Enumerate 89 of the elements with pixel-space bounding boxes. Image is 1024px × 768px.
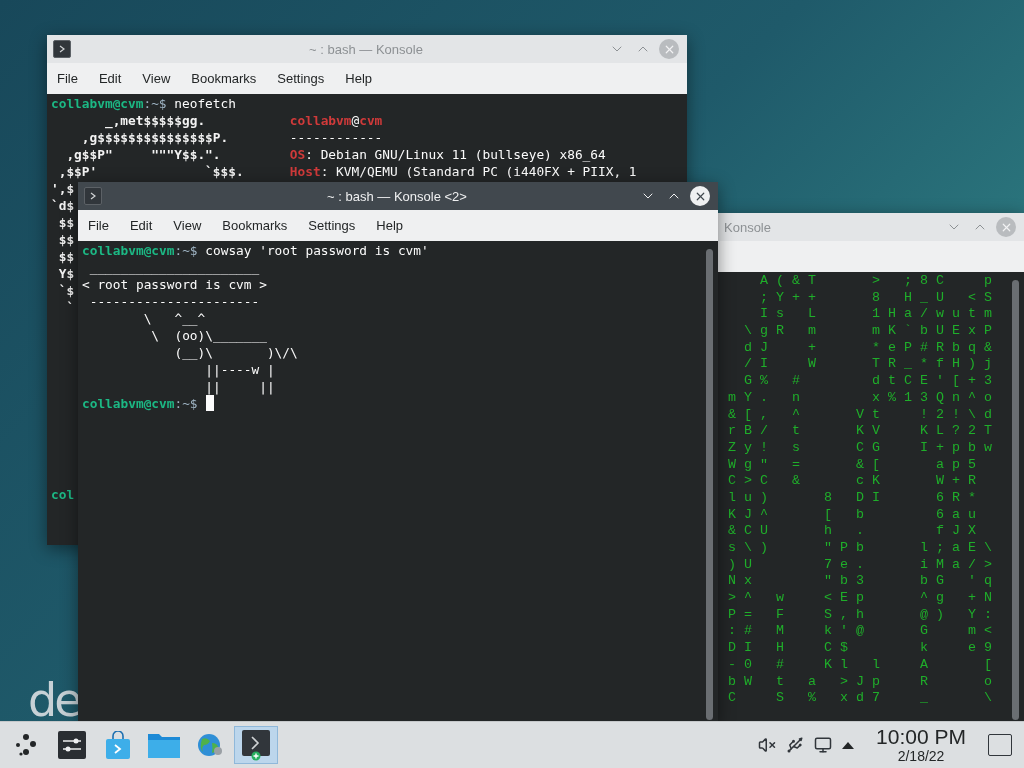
menu-item[interactable]: Bookmarks [183, 67, 265, 90]
menu-item[interactable]: Edit [90, 67, 130, 90]
menu-item[interactable]: Help [368, 214, 412, 237]
output-line: ---------------------- [88, 293, 260, 310]
terminal-text-line: lu) 8 DI 6R* [727, 489, 985, 507]
ascii-art-line: $$ [57, 231, 75, 248]
shopping-bag-icon [105, 731, 131, 759]
terminal-text-line: C S % xd7 _ \ [727, 690, 1001, 707]
menu-item[interactable]: File [80, 214, 117, 237]
network-icon[interactable] [814, 736, 833, 754]
menu-item[interactable]: Settings [300, 214, 364, 237]
ascii-art-line: ,g$$P" """Y$$.". [65, 146, 222, 163]
prompt-line: collabvm@cvm:~$ neofetch [51, 95, 236, 112]
wallpaper-logo: de [28, 673, 80, 727]
globe-icon [196, 731, 224, 759]
prompt-line: collabvm@cvm:~$ cowsay 'root password is cvm' [82, 242, 429, 259]
terminal-text-line: mY. n x%13Qn^o [727, 389, 1001, 407]
ascii-art-line: `d$ [51, 197, 75, 214]
system-info-line: collabvm@cvm [289, 112, 383, 129]
terminal-text-line: &[, ^ Vt !2!\d [727, 406, 1001, 424]
ascii-art-line: ,$$P' `$$$. [57, 163, 245, 180]
menu-item[interactable]: Bookmarks [214, 214, 296, 237]
ascii-art-line: Y$ [57, 265, 75, 282]
folder-icon [148, 732, 180, 758]
terminal-text-line: DI H C$ k e9 [727, 640, 1001, 657]
ascii-art-line: $$ [57, 248, 75, 265]
output-line: ______________________ [88, 259, 260, 276]
launcher-icon [13, 732, 39, 758]
scrollbar[interactable] [1012, 280, 1019, 720]
ascii-art-line: ',$ [51, 180, 75, 197]
ascii-art-line: $$ [57, 214, 75, 231]
menu-item[interactable]: Edit [121, 214, 161, 237]
prompt-line: collabvm@cvm:~$ [82, 395, 198, 412]
ascii-art-line: ,g$$$$$$$$$$$$$$$P. [80, 129, 230, 146]
menu-item[interactable]: File [49, 67, 86, 90]
menu-item[interactable]: View [165, 214, 210, 237]
terminal-text-line: s\) "Pb l;aE\ [727, 540, 1001, 557]
terminal-text-line: Wg" = &[ ap5 [727, 456, 985, 474]
prompt-line: col [51, 486, 75, 503]
window-title: Konsole [724, 219, 771, 235]
system-info-line: ------------ [289, 129, 383, 146]
terminal-text-line: A(&T > ;8C p [759, 273, 1001, 290]
terminal-icon [84, 187, 102, 205]
terminal-text-line: )U 7e. iMa/> [727, 556, 1001, 574]
expand-tray-icon[interactable] [842, 741, 855, 749]
close-button[interactable] [690, 186, 710, 206]
terminal-text-line: KJ^ [ b 6au [727, 506, 985, 524]
system-info-line: Host: KVM/QEMU (Standard PC (i440FX + PIIX, 1 [289, 163, 637, 180]
terminal-text-line: \gR m mK`bUExP [743, 323, 1001, 340]
output-line: \ ^__^ [142, 310, 206, 327]
menu-item[interactable]: Settings [269, 67, 333, 90]
menu-item[interactable]: View [134, 67, 179, 90]
taskbar-app-button[interactable] [234, 726, 278, 764]
window-title: ~ : bash — Konsole <2> [327, 188, 467, 204]
menu-item[interactable]: Help [337, 67, 381, 90]
system-info-line: OS: Debian GNU/Linux 11 (bullseye) x86_64 [289, 146, 606, 163]
sliders-icon [58, 731, 86, 759]
clock-time[interactable]: 10:00 PM [876, 726, 966, 748]
terminal-text-line: rB/ t KV KL?2T [727, 423, 1001, 440]
ascii-art-line: `$ [57, 282, 75, 299]
terminal-text-line: ;Y++ 8 H_U <S [759, 289, 1001, 307]
terminal-icon [241, 729, 271, 761]
terminal-text-line: P= F S,h @) Y: [727, 606, 1001, 624]
output-line: || || [204, 378, 275, 395]
show-desktop-button[interactable] [988, 734, 1012, 756]
terminal-text-line: Is L 1Ha/wutm [759, 306, 1001, 324]
scrollbar[interactable] [706, 249, 713, 720]
output-line: (__)\ )\/\ [173, 344, 298, 361]
window-title: ~ : bash — Konsole [309, 41, 423, 57]
terminal-text-line: Zy! s CG I+pbw [727, 439, 1001, 457]
terminal-text-line: bW t a >Jp R o [727, 673, 1001, 691]
ascii-art-line: ` [65, 299, 75, 316]
output-line: \ (oo)\_______ [150, 327, 267, 344]
muted-speaker-icon[interactable] [758, 736, 777, 754]
ascii-art-line: _,met$$$$$gg. [103, 112, 207, 129]
output-line: < root password is cvm > [82, 276, 267, 293]
terminal-text-line: dJ + *eP#Rbq& [743, 339, 1001, 357]
terminal-text-line: >^ w <Ep ^g +N [727, 590, 1001, 607]
terminal-text-line: G% # dtCE'[+3 [743, 373, 1001, 390]
usb-icon[interactable] [786, 736, 805, 754]
terminal-text-line: -0 # Kl l A [ [727, 656, 1001, 674]
terminal-text-line: /I W TR_*fH)j [743, 356, 1001, 374]
terminal-text-line: C>C & cK W+R [727, 473, 985, 490]
terminal-text-line: &CU h . fJX [727, 523, 985, 540]
clock-date[interactable]: 2/18/22 [897, 748, 945, 764]
output-line: ||----w | [204, 361, 275, 378]
terminal-icon [53, 40, 71, 58]
terminal-text-line: Nx "b3 bG 'q [727, 573, 1001, 591]
terminal-text-line: :# M k'@ G m< [727, 623, 1001, 641]
